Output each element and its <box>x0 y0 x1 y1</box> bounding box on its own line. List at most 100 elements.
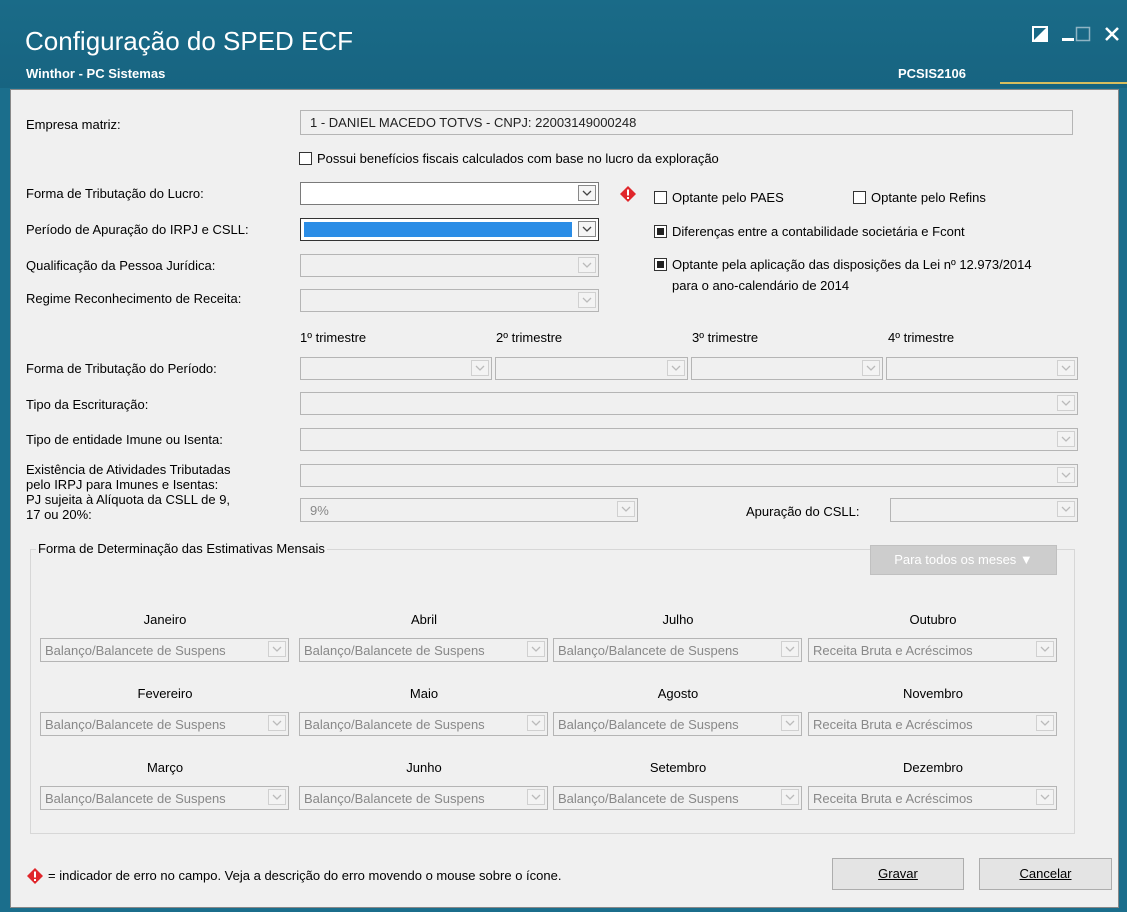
month-select[interactable]: Receita Bruta e Acréscimos <box>808 712 1057 736</box>
chevron-down-icon[interactable] <box>578 257 596 273</box>
chevron-down-icon[interactable] <box>1057 501 1075 517</box>
month-select[interactable]: Balanço/Balancete de Suspens <box>299 638 548 662</box>
pj-select[interactable]: 9% <box>300 498 638 522</box>
existencia-label-line1: Existência de Atividades Tributadas <box>26 462 231 477</box>
restore-icon[interactable] <box>1032 26 1048 45</box>
month-label: Agosto <box>657 686 699 701</box>
trimestre-4-select[interactable] <box>886 357 1078 380</box>
trimestre-4-label: 4º trimestre <box>888 330 955 345</box>
chevron-down-icon[interactable] <box>268 789 286 805</box>
regime-label: Regime Reconhecimento de Receita: <box>26 291 242 306</box>
regime-select[interactable] <box>300 289 599 312</box>
chevron-down-icon[interactable] <box>781 641 799 657</box>
chevron-down-icon[interactable] <box>471 360 489 376</box>
trimestre-2-select[interactable] <box>495 357 688 380</box>
existencia-label-line2: pelo IRPJ para Imunes e Isentas: <box>26 477 219 492</box>
chevron-down-icon[interactable] <box>578 185 596 201</box>
month-select[interactable]: Balanço/Balancete de Suspens <box>40 638 289 662</box>
month-select[interactable]: Balanço/Balancete de Suspens <box>553 638 802 662</box>
chevron-down-icon[interactable] <box>527 641 545 657</box>
month-select[interactable]: Balanço/Balancete de Suspens <box>299 786 548 810</box>
chevron-down-icon[interactable] <box>862 360 880 376</box>
month-select[interactable]: Balanço/Balancete de Suspens <box>40 712 289 736</box>
month-label: Dezembro <box>903 760 963 775</box>
month-value: Balanço/Balancete de Suspens <box>45 717 226 732</box>
month-label: Setembro <box>649 760 707 775</box>
chevron-down-icon[interactable] <box>1057 467 1075 483</box>
chevron-down-icon[interactable] <box>1057 395 1075 411</box>
month-select[interactable]: Balanço/Balancete de Suspens <box>40 786 289 810</box>
existencia-select[interactable] <box>300 464 1078 487</box>
month-select[interactable]: Balanço/Balancete de Suspens <box>299 712 548 736</box>
cancelar-label: Cancelar <box>1019 866 1072 881</box>
chevron-down-icon[interactable] <box>578 292 596 308</box>
chevron-down-icon[interactable] <box>1036 715 1054 731</box>
trimestre-3-select[interactable] <box>691 357 883 380</box>
refins-label: Optante pelo Refins <box>871 190 986 205</box>
beneficios-label: Possui benefícios fiscais calculados com… <box>317 151 719 166</box>
month-select[interactable]: Balanço/Balancete de Suspens <box>553 712 802 736</box>
forma-trib-select[interactable] <box>300 182 599 205</box>
month-value: Balanço/Balancete de Suspens <box>558 791 739 806</box>
month-label: Outubro <box>909 612 957 627</box>
gravar-label: Gravar <box>878 866 918 881</box>
month-value: Balanço/Balancete de Suspens <box>558 643 739 658</box>
empresa-label: Empresa matriz: <box>26 117 121 132</box>
chevron-down-icon[interactable] <box>1057 431 1075 447</box>
chevron-down-icon[interactable] <box>1057 360 1075 376</box>
month-select[interactable]: Receita Bruta e Acréscimos <box>808 786 1057 810</box>
window-subtitle: Winthor - PC Sistemas <box>26 66 166 81</box>
chevron-down-icon[interactable] <box>578 221 596 237</box>
lei-checkbox[interactable] <box>654 258 667 271</box>
chevron-down-icon[interactable] <box>781 715 799 731</box>
month-label: Junho <box>406 760 442 775</box>
paes-checkbox[interactable] <box>654 191 667 204</box>
apuracao-select[interactable] <box>890 498 1078 522</box>
refins-checkbox[interactable] <box>853 191 866 204</box>
lei-label-line1: Optante pela aplicação das disposições d… <box>672 257 1032 272</box>
empresa-field[interactable]: 1 - DANIEL MACEDO TOTVS - CNPJ: 22003149… <box>300 110 1073 135</box>
tipo-entidade-label: Tipo de entidade Imune ou Isenta: <box>26 432 223 447</box>
chevron-down-icon[interactable] <box>781 789 799 805</box>
chevron-down-icon[interactable] <box>1036 789 1054 805</box>
pj-label-line2: 17 ou 20%: <box>26 507 92 522</box>
gravar-button[interactable]: Gravar <box>832 858 964 890</box>
chevron-down-icon[interactable] <box>268 715 286 731</box>
cancelar-button[interactable]: Cancelar <box>979 858 1112 890</box>
para-todos-button[interactable]: Para todos os meses ▼ <box>870 545 1057 575</box>
pj-label-line1: PJ sujeita à Alíquota da CSLL de 9, <box>26 492 231 507</box>
month-label: Março <box>146 760 184 775</box>
trimestre-3-label: 3º trimestre <box>692 330 759 345</box>
program-code: PCSIS2106 <box>898 66 966 81</box>
beneficios-checkbox[interactable] <box>299 152 312 165</box>
chevron-down-icon[interactable] <box>268 641 286 657</box>
chevron-down-icon[interactable] <box>667 360 685 376</box>
month-label: Julho <box>662 612 694 627</box>
diferencas-checkbox[interactable] <box>654 225 667 238</box>
estimativas-title: Forma de Determinação das Estimativas Me… <box>36 541 327 556</box>
chevron-down-icon[interactable] <box>617 501 635 517</box>
tipo-entidade-select[interactable] <box>300 428 1078 451</box>
minimize-icon[interactable] <box>1061 24 1075 45</box>
month-select[interactable]: Balanço/Balancete de Suspens <box>553 786 802 810</box>
month-value: Balanço/Balancete de Suspens <box>45 643 226 658</box>
apuracao-label: Apuração do CSLL: <box>746 504 860 519</box>
month-label: Novembro <box>903 686 963 701</box>
lei-label-line2: para o ano-calendário de 2014 <box>672 278 850 293</box>
trimestre-1-select[interactable] <box>300 357 492 380</box>
chevron-down-icon[interactable] <box>1036 641 1054 657</box>
chevron-down-icon[interactable] <box>527 789 545 805</box>
forma-periodo-label: Forma de Tributação do Período: <box>26 361 217 376</box>
close-icon[interactable] <box>1104 26 1120 45</box>
month-value: Balanço/Balancete de Suspens <box>558 717 739 732</box>
month-value: Balanço/Balancete de Suspens <box>45 791 226 806</box>
tipo-escrit-label: Tipo da Escrituração: <box>26 397 149 412</box>
error-icon[interactable] <box>620 186 636 202</box>
qualificacao-select[interactable] <box>300 254 599 277</box>
month-select[interactable]: Receita Bruta e Acréscimos <box>808 638 1057 662</box>
chevron-down-icon[interactable] <box>527 715 545 731</box>
maximize-icon[interactable] <box>1075 26 1091 45</box>
month-label: Abril <box>410 612 437 627</box>
periodo-select[interactable] <box>300 218 599 241</box>
tipo-escrit-select[interactable] <box>300 392 1078 415</box>
